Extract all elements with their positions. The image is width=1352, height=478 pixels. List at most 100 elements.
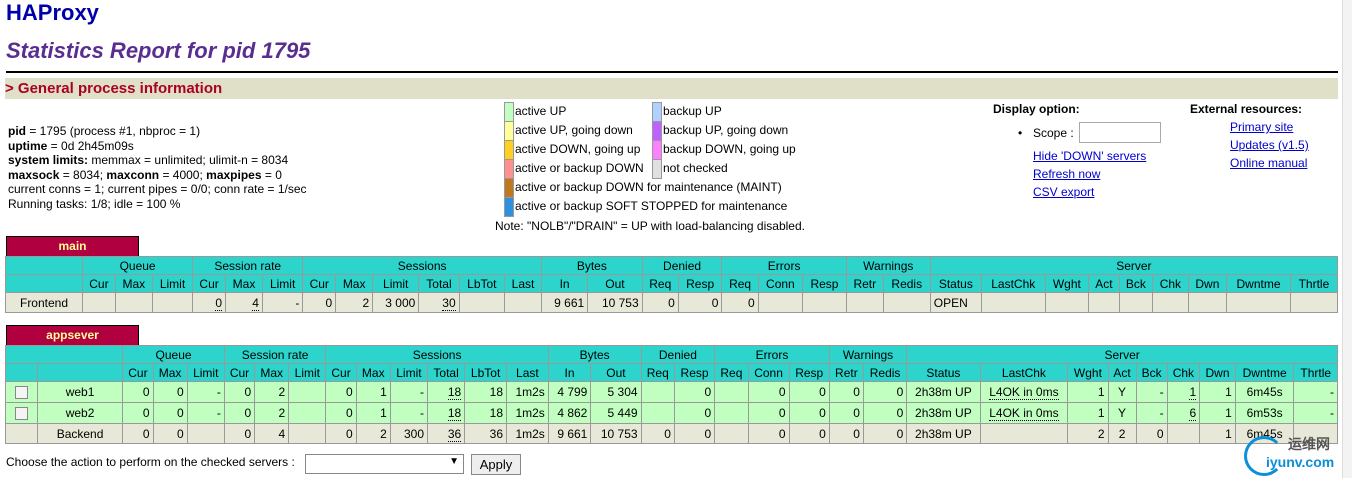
scope-input[interactable]: [1079, 122, 1161, 143]
frontend-cell: 2: [335, 292, 374, 313]
col-header: Conn: [757, 274, 804, 293]
stat-cell: -: [389, 381, 429, 403]
updates-link[interactable]: Updates (v1.5): [1230, 138, 1309, 152]
csv-export-link[interactable]: CSV export: [1033, 185, 1094, 199]
hide-down-link[interactable]: Hide 'DOWN' servers: [1033, 149, 1146, 163]
col-header: Dwn: [1187, 274, 1228, 293]
stat-cell: 18: [464, 381, 507, 403]
col-group-session-rate: Session rate: [223, 345, 327, 364]
display-options-title: Display option:: [993, 102, 1080, 116]
legend-label: active DOWN, going up: [515, 142, 641, 156]
stat-link[interactable]: L4OK in 0ms: [989, 406, 1059, 421]
frontend-cell: [1152, 292, 1189, 313]
col-header: Cur: [325, 363, 357, 382]
col-header: Act: [1107, 363, 1137, 382]
col-header: Max: [225, 274, 263, 293]
proxy-title-main[interactable]: main: [6, 236, 139, 257]
stat-cell[interactable]: [714, 402, 749, 424]
stat-cell: [979, 423, 1069, 444]
col-group-name: [4, 345, 124, 364]
stat-cell: 0: [828, 423, 864, 444]
external-resources: External resources:: [1190, 102, 1302, 116]
col-header: Cur: [82, 274, 116, 293]
proxy-title-appsever[interactable]: appsever: [6, 325, 139, 346]
external-resources-title: External resources:: [1190, 102, 1303, 116]
refresh-now-link[interactable]: Refresh now: [1033, 167, 1100, 181]
stat-cell: 0: [747, 381, 790, 403]
col-header: Resp: [673, 363, 716, 382]
stat-cell: [288, 381, 327, 403]
chevron-down-icon: ▼: [449, 456, 459, 467]
page-scrollbar[interactable]: [1342, 0, 1352, 478]
col-header: Status: [929, 274, 982, 293]
stat-cell: 1m2s: [506, 423, 549, 444]
frontend-cell: 0: [677, 292, 723, 313]
stat-cell: 0: [788, 381, 830, 403]
stat-link[interactable]: 36: [447, 426, 462, 442]
stat-cell: 2h38m UP: [906, 381, 981, 403]
col-header: Redis: [862, 363, 908, 382]
col-header: Retr: [828, 363, 864, 382]
stat-cell[interactable]: 6: [1166, 402, 1201, 424]
stat-link[interactable]: 6: [1189, 406, 1197, 421]
stat-link[interactable]: 1: [1189, 385, 1197, 400]
stat-cell: 2: [1067, 423, 1109, 444]
stat-cell: 0: [747, 423, 790, 444]
server-checkbox[interactable]: [14, 386, 28, 400]
stat-cell: 0: [122, 423, 154, 444]
legend-note: Note: "NOLB"/"DRAIN" = UP with load-bala…: [495, 219, 805, 233]
stat-cell: 0: [325, 381, 357, 403]
col-header: Max: [254, 363, 290, 382]
stat-cell: 0: [122, 402, 154, 424]
frontend-cell: -: [261, 292, 304, 313]
col-header: LastChk: [980, 274, 1046, 293]
legend-label: active UP: [515, 104, 567, 118]
stat-link[interactable]: 18: [447, 385, 462, 400]
col-group-sessions: Sessions: [325, 345, 549, 364]
col-group-server: Server: [929, 256, 1339, 275]
stat-cell: 4 862: [547, 402, 592, 424]
action-select[interactable]: ▼: [305, 454, 464, 474]
frontend-cell: [882, 292, 931, 313]
stat-cell[interactable]: 18: [426, 402, 466, 424]
col-header: Req: [714, 363, 749, 382]
stat-cell: 0: [673, 402, 716, 424]
action-label: Choose the action to perform on the chec…: [6, 455, 295, 469]
col-header: [5, 274, 83, 293]
frontend-cell: [114, 292, 153, 313]
stat-cell[interactable]: L4OK in 0ms: [979, 402, 1069, 424]
maxpipes-key: maxpipes: [206, 167, 262, 182]
frontend-value: 30: [442, 295, 456, 311]
server-name[interactable]: web2: [36, 402, 124, 424]
stat-cell[interactable]: L4OK in 0ms: [979, 381, 1069, 403]
stat-cell: 0: [788, 423, 830, 444]
col-group-denied: Denied: [641, 256, 723, 275]
frontend-cell: [1044, 292, 1090, 313]
server-name[interactable]: web1: [36, 381, 124, 403]
stat-link[interactable]: L4OK in 0ms: [989, 385, 1059, 400]
stat-link[interactable]: 18: [447, 406, 462, 421]
col-group-server: Server: [906, 345, 1338, 364]
col-header: Cur: [192, 274, 226, 293]
apply-button[interactable]: Apply: [471, 454, 521, 475]
frontend-cell: 3 000: [372, 292, 420, 313]
col-group-warnings: Warnings: [845, 256, 931, 275]
stat-cell[interactable]: 18: [426, 381, 466, 403]
stat-cell[interactable]: [714, 381, 749, 403]
legend-label: active UP, going down: [515, 123, 633, 137]
online-manual-link[interactable]: Online manual: [1230, 156, 1307, 170]
stat-cell: -: [1135, 381, 1168, 403]
stat-cell: -: [1293, 381, 1338, 403]
stat-cell: 1: [1067, 402, 1109, 424]
server-row: web1 0 0-0 2 0 1-18 18 1m2s 4 799 5 304 0 0 0 0 0 2h38m…: [5, 381, 1338, 403]
stat-cell[interactable]: 36: [426, 423, 466, 444]
primary-site-link[interactable]: Primary site: [1230, 120, 1293, 134]
col-header: Req: [721, 274, 759, 293]
title-divider: [6, 71, 1338, 73]
stat-cell[interactable]: 1: [1166, 381, 1201, 403]
frontend-cell: 0: [302, 292, 337, 313]
col-group-queue: Queue: [81, 256, 194, 275]
uptime-key: uptime: [8, 138, 48, 153]
stat-cell[interactable]: [714, 423, 749, 444]
server-checkbox[interactable]: [14, 407, 28, 421]
